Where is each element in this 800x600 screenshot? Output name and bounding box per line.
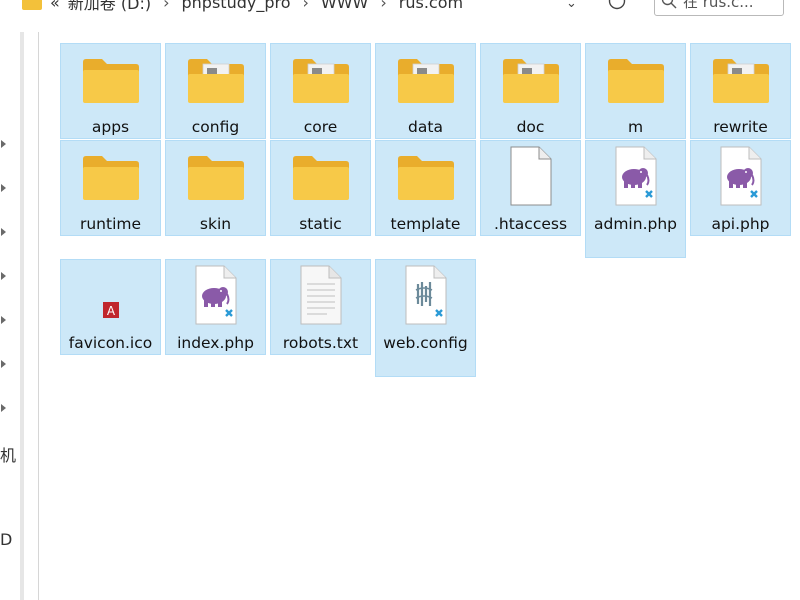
file-item[interactable]: admin.php [585,140,686,258]
file-item[interactable]: index.php [165,259,266,355]
file-item[interactable]: web.config [375,259,476,377]
file-item[interactable]: .htaccess [480,140,581,236]
php-file-icon [691,141,790,211]
file-name: skin [199,215,232,233]
file-name: template [390,215,461,233]
file-item[interactable]: m [585,43,686,139]
file-item[interactable]: static [270,140,371,236]
file-item[interactable]: runtime [60,140,161,236]
folder-with-files-icon [166,44,265,114]
folder-with-files-icon [481,44,580,114]
file-item[interactable]: api.php [690,140,791,236]
file-item[interactable]: core [270,43,371,139]
folder-icon [61,141,160,211]
file-name: .htaccess [493,215,568,233]
php-file-icon [586,141,685,211]
file-name: data [408,118,443,136]
file-name: rewrite [713,118,768,136]
file-item[interactable]: template [375,140,476,236]
file-name: apps [91,118,130,136]
file-item[interactable]: robots.txt [270,259,371,355]
file-name: index.php [177,334,254,352]
config-file-icon [376,260,475,330]
file-name: web.config [383,334,468,352]
folder-icon [271,141,370,211]
file-item[interactable]: data [375,43,476,139]
file-name: core [303,118,338,136]
php-file-icon [166,260,265,330]
folder-icon [166,141,265,211]
file-name: m [627,118,644,136]
file-item[interactable]: A favicon.ico [60,259,161,355]
folder-with-files-icon [691,44,790,114]
file-name: favicon.ico [68,334,153,352]
file-item[interactable]: doc [480,43,581,139]
folder-icon [61,44,160,114]
folder-icon [586,44,685,114]
file-name: admin.php [594,215,677,233]
text-file-icon [271,260,370,330]
folder-with-files-icon [271,44,370,114]
file-name: robots.txt [282,334,359,352]
file-grid: apps config core data doc m rewrite runt… [0,0,800,600]
file-item[interactable]: config [165,43,266,139]
file-name: runtime [79,215,142,233]
folder-icon [376,141,475,211]
file-name: doc [516,118,545,136]
file-name: api.php [711,215,770,233]
file-item[interactable]: apps [60,43,161,139]
file-name: config [191,118,240,136]
blank-file-icon [481,141,580,211]
file-item[interactable]: skin [165,140,266,236]
ico-file-icon: A [61,260,160,330]
folder-with-files-icon [376,44,475,114]
file-name: static [299,215,342,233]
svg-text:A: A [106,304,115,318]
file-item[interactable]: rewrite [690,43,791,139]
